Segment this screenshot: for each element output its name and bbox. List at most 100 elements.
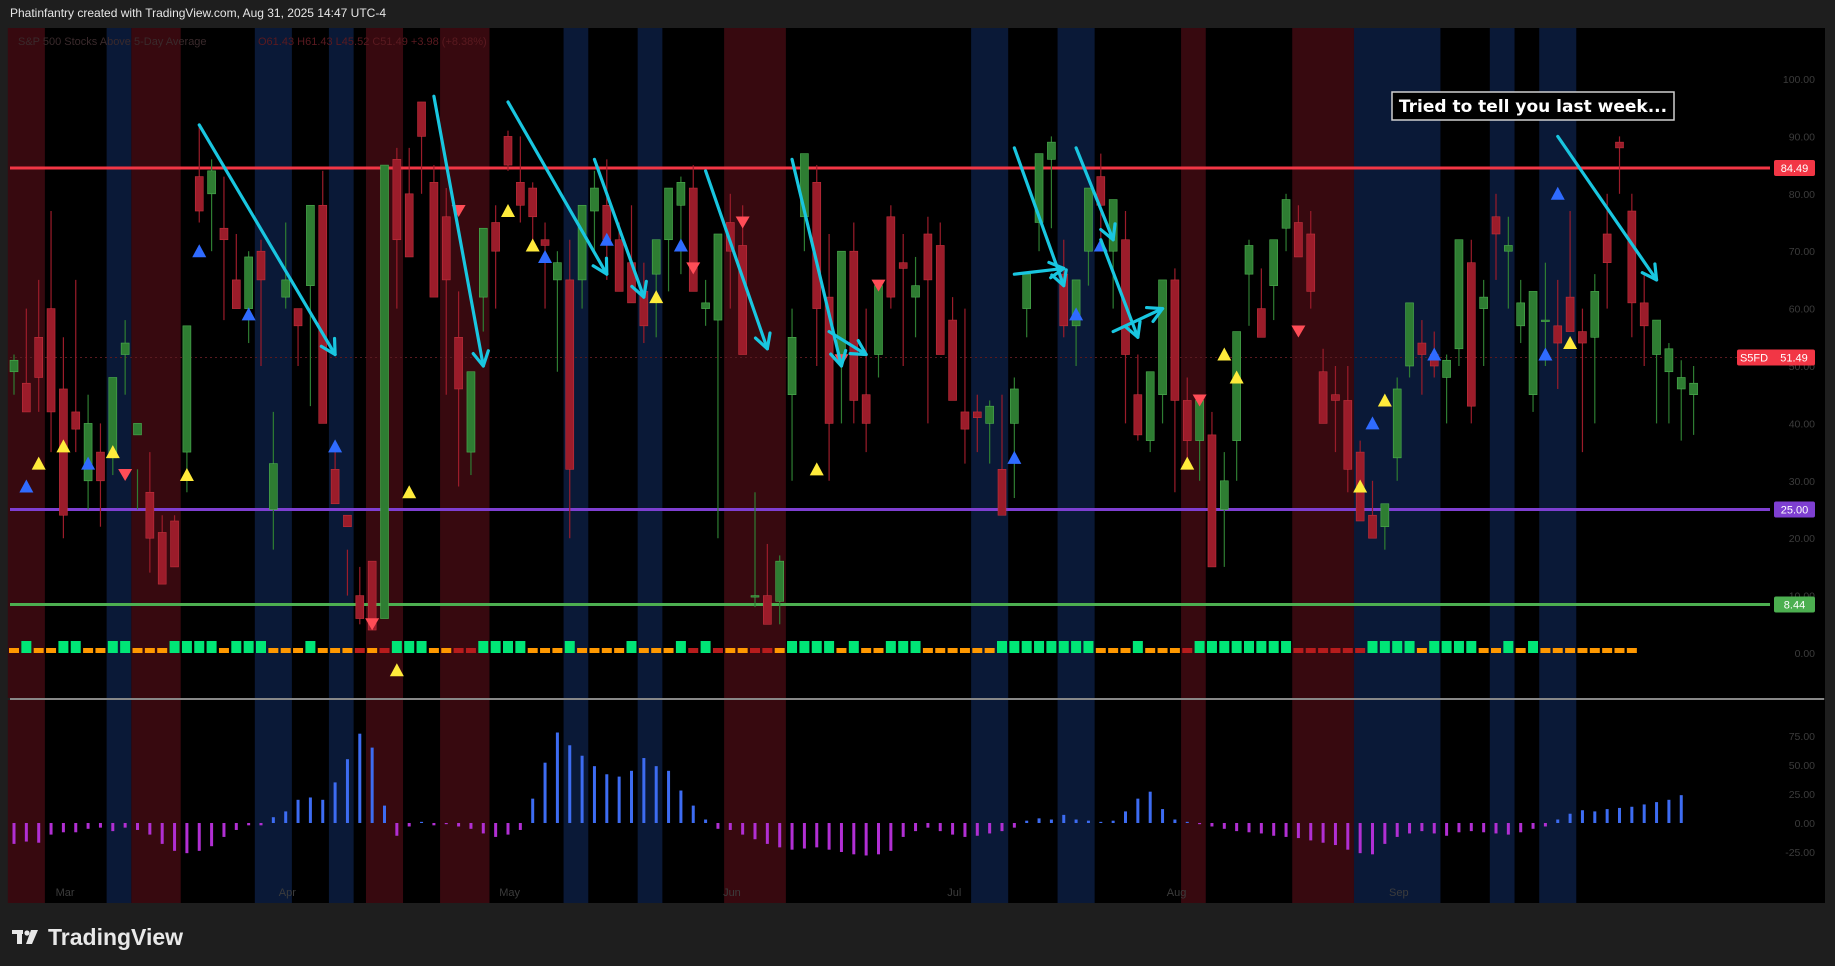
- volume-flag-green: [194, 641, 205, 653]
- candle-body: [22, 382, 31, 413]
- candle-body: [34, 336, 44, 378]
- candle-body: [1590, 291, 1600, 338]
- chart-svg[interactable]: S&P 500 Stocks Above 5-Day Average O61.43…: [0, 0, 1835, 915]
- candle-body: [1232, 331, 1241, 441]
- header-bar: Phatinfantry created with TradingView.co…: [0, 0, 1835, 26]
- volume-flag-orange: [95, 648, 106, 653]
- level-label: 84.49: [1781, 163, 1809, 175]
- candle-body: [9, 359, 19, 373]
- oscillator-bar: [1136, 798, 1140, 823]
- volume-flag-orange: [1169, 648, 1180, 653]
- volume-flag-orange: [935, 648, 946, 653]
- volume-flag-green: [1244, 641, 1254, 653]
- chart-area[interactable]: S&P 500 Stocks Above 5-Day Average O61.43…: [0, 0, 1835, 919]
- oscillator-bar: [370, 747, 374, 823]
- oscillator-bar: [185, 823, 189, 854]
- oscillator-bar: [1556, 819, 1560, 823]
- symbol-label: S5FD: [1740, 352, 1768, 364]
- volume-flag-orange: [527, 648, 538, 653]
- oscillator-bar: [296, 799, 300, 823]
- candle-body: [491, 222, 500, 252]
- volume-flag-orange: [947, 648, 958, 653]
- candle-body: [1133, 394, 1143, 436]
- volume-flag-orange: [1565, 648, 1576, 653]
- volume-flag-orange: [46, 648, 57, 653]
- candle-body: [454, 336, 463, 390]
- candle-body: [911, 285, 920, 298]
- volume-flag-orange: [1540, 648, 1551, 653]
- volume-flag-green: [1256, 641, 1267, 653]
- oscillator-bar: [49, 823, 53, 835]
- volume-flag-red: [465, 648, 476, 653]
- oscillator-bar: [1259, 823, 1263, 834]
- volume-flag-red: [354, 648, 365, 653]
- candle-body: [787, 336, 797, 395]
- volume-flag-orange: [577, 648, 588, 653]
- oscillator-bar: [1148, 791, 1152, 823]
- candle-body: [466, 371, 476, 453]
- candle-body: [207, 170, 216, 195]
- volume-flag-red: [750, 648, 760, 653]
- volume-flag-orange: [873, 648, 884, 653]
- volume-flag-red: [1182, 648, 1193, 653]
- volume-flag-orange: [1577, 648, 1588, 653]
- oscillator-bar: [679, 790, 683, 823]
- tradingview-logo-icon: [12, 928, 42, 946]
- y-tick-label: 30.00: [1789, 476, 1815, 488]
- candle-body: [861, 394, 871, 424]
- candle-body: [1578, 331, 1587, 344]
- candle-body: [948, 319, 957, 401]
- annotation-text: Tried to tell you last week...: [1399, 97, 1667, 117]
- oscillator-bar: [1531, 823, 1535, 829]
- oscillator-bar: [1025, 820, 1029, 823]
- volume-flag-green: [181, 641, 192, 653]
- volume-flag-orange: [1614, 648, 1625, 653]
- candle-body: [960, 411, 970, 430]
- candle-body: [83, 423, 93, 482]
- x-tick-label: Apr: [279, 887, 296, 899]
- tradingview-brand[interactable]: TradingView: [12, 922, 183, 952]
- background-band-osc-blue: [563, 700, 589, 903]
- candle-body: [1652, 319, 1661, 355]
- volume-flag-green: [1231, 641, 1242, 653]
- y-tick-label: 70.00: [1789, 246, 1815, 258]
- volume-flag-green: [416, 641, 427, 653]
- oscillator-bar: [420, 821, 424, 823]
- volume-flag-orange: [342, 648, 353, 653]
- oscillator-bar: [1655, 802, 1659, 823]
- volume-flag-green: [1503, 641, 1514, 653]
- candle-body: [614, 239, 624, 292]
- volume-flag-orange: [972, 648, 983, 653]
- candle-body: [1318, 371, 1328, 424]
- oscillator-bar: [136, 823, 139, 830]
- oscillator-bar: [259, 823, 263, 826]
- oscillator-bar: [555, 732, 559, 823]
- volume-flag-red: [1318, 648, 1329, 653]
- candle-body: [664, 187, 673, 241]
- background-band-osc-red: [440, 700, 490, 903]
- candle-body: [1491, 216, 1501, 235]
- oscillator-bar: [444, 823, 448, 825]
- volume-flag-orange: [1491, 648, 1501, 653]
- candle-body: [182, 325, 192, 453]
- oscillator-bar: [1173, 819, 1177, 823]
- oscillator-bar: [1062, 814, 1066, 823]
- y-tick-label: 80.00: [1789, 189, 1815, 201]
- background-band-red: [131, 28, 181, 698]
- volume-flag-red: [379, 648, 390, 653]
- volume-flag-green: [1194, 641, 1205, 653]
- volume-flag-orange: [614, 648, 625, 653]
- candle-body: [651, 239, 661, 275]
- osc-y-tick-label: 50.00: [1789, 760, 1815, 772]
- volume-flag-green: [1132, 641, 1143, 653]
- candle-body: [1553, 325, 1563, 344]
- oscillator-bar: [1494, 823, 1498, 834]
- volume-flag-orange: [651, 648, 662, 653]
- oscillator-bar: [98, 823, 102, 828]
- oscillator-bar: [506, 823, 510, 835]
- candle-body: [1269, 239, 1278, 286]
- oscillator-bar: [877, 823, 880, 855]
- oscillator-bar: [111, 823, 115, 832]
- oscillator-bar: [1198, 823, 1202, 825]
- oscillator-bar: [938, 823, 942, 832]
